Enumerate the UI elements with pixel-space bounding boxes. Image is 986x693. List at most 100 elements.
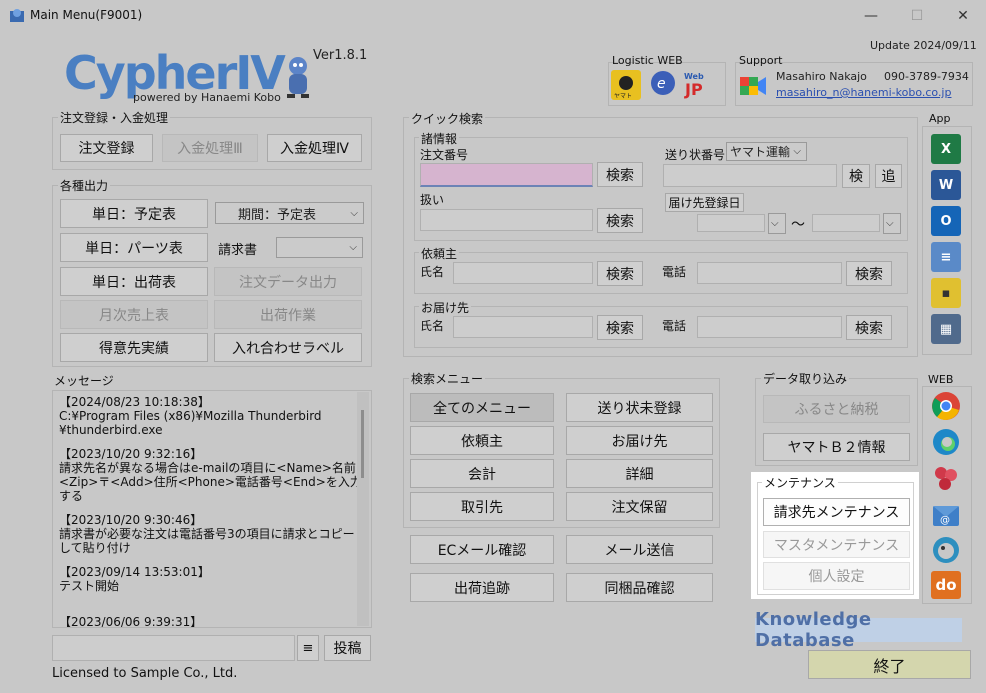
dest-name-input[interactable] <box>453 316 593 338</box>
message-entry: 【2023/10/20 9:30:46】 請求書が必要な注文は電話番号3の項目に… <box>59 513 355 555</box>
monthly-sales-button[interactable]: 月次売上表 <box>60 300 208 329</box>
shipment-tracking-button[interactable]: 出荷追跡 <box>410 573 554 602</box>
order-search-button[interactable]: 検索 <box>597 162 643 187</box>
meet-icon[interactable] <box>738 72 768 100</box>
carrier-select[interactable]: ヤマト運輸 ⌵ <box>726 142 807 161</box>
client-phone-search-button[interactable]: 検索 <box>846 261 892 286</box>
details-button[interactable]: 詳細 <box>566 459 713 488</box>
title-bar <box>0 0 986 32</box>
order-export-button[interactable]: 注文データ出力 <box>214 267 362 296</box>
maximize-button[interactable]: ☐ <box>894 0 940 32</box>
client-name-search-button[interactable]: 検索 <box>597 261 643 286</box>
handling-search-button[interactable]: 検索 <box>597 208 643 233</box>
message-entry: 【2023/09/14 13:53:01】 テスト開始 <box>59 565 210 593</box>
support-group <box>735 62 973 106</box>
data-import-label: データ取り込み <box>761 370 850 387</box>
order-register-button[interactable]: 注文登録 <box>60 134 153 162</box>
yamato-b2-button[interactable]: ヤマトＢ２情報 <box>763 433 910 461</box>
edge-icon[interactable] <box>931 427 961 461</box>
daily-parts-button[interactable]: 単日：パーツ表 <box>60 233 208 262</box>
dest-name-label: 氏名 <box>420 319 445 333</box>
calculator-icon[interactable]: ▦ <box>931 314 961 344</box>
mail-app-icon[interactable]: @ <box>931 499 961 533</box>
client-menu-button[interactable]: 依頼主 <box>410 426 554 455</box>
invoice-select[interactable]: ⌵ <box>276 237 363 258</box>
word-icon[interactable]: W <box>931 170 961 200</box>
date-from-dropdown[interactable]: ⌵ <box>768 213 786 234</box>
message-input[interactable] <box>52 635 295 661</box>
all-menu-button[interactable]: 全てのメニュー <box>410 393 554 422</box>
client-name-input[interactable] <box>453 262 593 284</box>
dest-phone-search-button[interactable]: 検索 <box>846 315 892 340</box>
support-phone: 090-3789-7934 <box>884 70 969 83</box>
message-entry: 【2023/10/20 9:32:16】 請求先名が異なる場合はe-mailの項… <box>59 447 362 503</box>
flower-app-icon[interactable] <box>931 463 961 497</box>
dest-name-search-button[interactable]: 検索 <box>597 315 643 340</box>
date-to-dropdown[interactable]: ⌵ <box>883 213 901 234</box>
unregistered-tracking-button[interactable]: 送り状未登録 <box>566 393 713 422</box>
close-button[interactable]: ✕ <box>940 0 986 32</box>
invoice-label: 請求書 <box>218 243 258 258</box>
send-mail-button[interactable]: メール送信 <box>566 535 713 564</box>
order-hold-button[interactable]: 注文保留 <box>566 492 713 521</box>
daily-shipping-button[interactable]: 単日：出荷表 <box>60 267 208 296</box>
mascot-icon <box>283 54 313 104</box>
japanpost-icon[interactable]: Web JP <box>682 69 714 101</box>
payment-4-button[interactable]: 入金処理Ⅳ <box>267 134 362 162</box>
knowledge-database-link[interactable]: Knowledge Database <box>755 609 962 651</box>
outlook-icon[interactable]: O <box>931 206 961 236</box>
update-label: Update 2024/09/11 <box>870 39 977 52</box>
message-menu-button[interactable]: ≡ <box>297 635 319 661</box>
ecohai-icon[interactable]: e <box>648 69 678 101</box>
period-select[interactable]: 期間：予定表 ⌵ <box>215 202 364 224</box>
post-button[interactable]: 投稿 <box>324 635 371 661</box>
minimize-button[interactable]: — <box>848 0 894 32</box>
customer-results-button[interactable]: 得意先実績 <box>60 333 208 362</box>
combined-label-button[interactable]: 入れ合わせラベル <box>214 333 362 362</box>
dest-phone-label: 電話 <box>662 319 687 333</box>
carrier-select-value: ヤマト運輸 <box>730 145 791 159</box>
partner-button[interactable]: 取引先 <box>410 492 554 521</box>
excel-icon[interactable]: X <box>931 134 961 164</box>
bundled-item-check-button[interactable]: 同梱品確認 <box>566 573 713 602</box>
yamato-icon[interactable]: ヤマト <box>611 70 641 100</box>
message-scroll-thumb[interactable] <box>361 410 364 478</box>
master-maintenance-button[interactable]: マスタメンテナンス <box>763 531 910 558</box>
shipping-work-button[interactable]: 出荷作業 <box>214 300 362 329</box>
do-app-icon[interactable]: do <box>931 571 961 599</box>
personal-settings-button[interactable]: 個人設定 <box>763 562 910 590</box>
notepad-icon[interactable]: ≡ <box>931 242 961 272</box>
destination-menu-button[interactable]: お届け先 <box>566 426 713 455</box>
tracking-search-button[interactable]: 検 <box>842 164 870 188</box>
tracking-add-button[interactable]: 追 <box>875 164 902 188</box>
messages-label: メッセージ <box>52 372 116 389</box>
client-name-label: 氏名 <box>420 265 445 279</box>
daily-schedule-button[interactable]: 単日：予定表 <box>60 199 208 228</box>
delivery-date-button[interactable]: 届け先登録日 <box>665 193 744 212</box>
billing-maintenance-button[interactable]: 請求先メンテナンス <box>763 498 910 526</box>
accounting-button[interactable]: 会計 <box>410 459 554 488</box>
app-panel-label: App <box>929 112 951 125</box>
handling-input[interactable] <box>420 209 593 231</box>
client-phone-input[interactable] <box>697 262 842 284</box>
logo-subtitle: powered by Hanaemi Kobo <box>133 91 281 104</box>
date-to-input[interactable] <box>812 214 880 232</box>
ec-mail-check-button[interactable]: ECメール確認 <box>410 535 554 564</box>
order-no-input[interactable] <box>420 163 593 187</box>
payment-3-button[interactable]: 入金処理Ⅲ <box>162 134 258 162</box>
version-label: Ver1.8.1 <box>313 48 368 63</box>
sticky-notes-icon[interactable]: ▪ <box>931 278 961 308</box>
quick-search-label: クイック検索 <box>409 110 486 127</box>
support-email-link[interactable]: masahiro_n@hanemi-kobo.co.jp <box>776 86 951 99</box>
message-list: 【2024/08/23 10:18:38】 C:¥Program Files (… <box>52 390 372 628</box>
tracking-input[interactable] <box>663 164 837 187</box>
date-from-input[interactable] <box>697 214 765 232</box>
chevron-down-icon: ⌵ <box>771 218 779 229</box>
support-label: Support <box>739 54 783 67</box>
chrome-icon[interactable] <box>931 391 961 425</box>
furusato-button[interactable]: ふるさと納税 <box>763 395 910 423</box>
support-name: Masahiro Nakajo <box>776 70 867 83</box>
bird-app-icon[interactable] <box>931 535 961 569</box>
dest-phone-input[interactable] <box>697 316 842 338</box>
exit-button[interactable]: 終了 <box>808 650 971 679</box>
